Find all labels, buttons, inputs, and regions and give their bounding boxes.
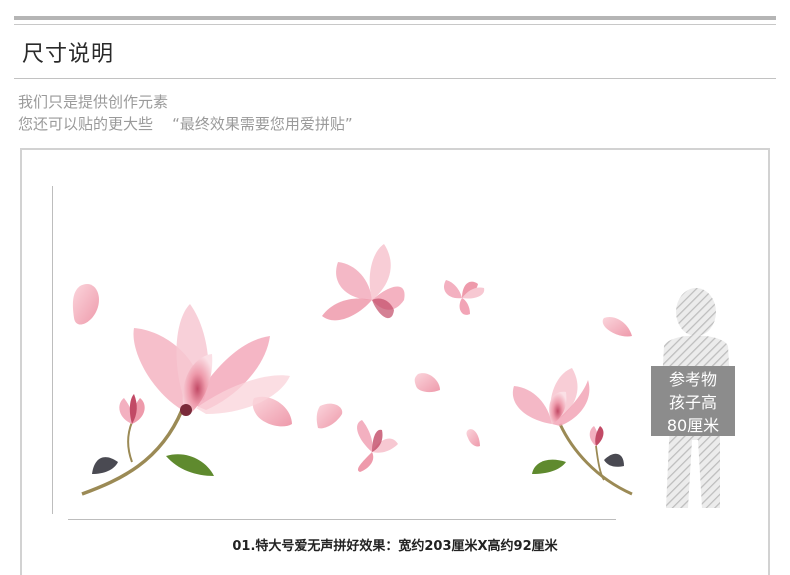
falling-petal bbox=[316, 403, 343, 429]
falling-petal bbox=[602, 316, 632, 337]
falling-petal bbox=[72, 284, 99, 325]
leaf bbox=[92, 457, 118, 474]
leaf bbox=[166, 454, 214, 476]
falling-petal bbox=[466, 429, 480, 447]
leaf bbox=[604, 453, 624, 467]
leaf bbox=[532, 459, 566, 474]
size-caption: 01.特大号爱无声拼好效果：宽约203厘米X高约92厘米 bbox=[232, 539, 558, 554]
flower-wall-sticker-artwork bbox=[72, 244, 732, 508]
reference-height-label: 参考物 孩子高 80厘米 bbox=[651, 366, 735, 436]
reference-label-line: 孩子高 bbox=[668, 393, 717, 412]
small-bud bbox=[119, 394, 145, 424]
bottom-flower bbox=[357, 420, 398, 472]
small-flower bbox=[443, 280, 485, 315]
right-flower bbox=[512, 368, 590, 426]
reference-label-line: 80厘米 bbox=[666, 416, 720, 435]
reference-label-line: 参考物 bbox=[668, 370, 717, 389]
small-bud bbox=[589, 426, 604, 446]
top-flower bbox=[322, 244, 405, 321]
falling-petal bbox=[414, 373, 440, 393]
stem bbox=[127, 421, 133, 463]
